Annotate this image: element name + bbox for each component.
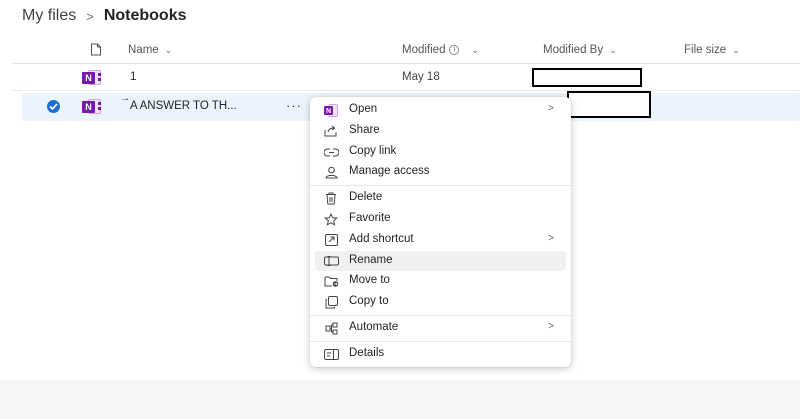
trash-icon [323, 191, 339, 205]
chevron-down-icon: ⌄ [471, 44, 480, 55]
context-menu: N Open > Share Copy link Manage access D… [310, 97, 571, 367]
menu-item-add-shortcut[interactable]: Add shortcut > [315, 230, 566, 250]
file-type-icon[interactable] [90, 43, 102, 61]
checkmark-icon[interactable] [47, 100, 60, 113]
breadcrumb-my-files[interactable]: My files [22, 7, 76, 25]
shortcut-icon [323, 233, 339, 247]
star-icon [323, 212, 339, 226]
redacted-modified-by [532, 68, 642, 87]
menu-item-open[interactable]: N Open > [315, 100, 566, 120]
breadcrumb: My files > Notebooks [22, 6, 187, 26]
share-icon [323, 124, 339, 138]
person-icon [323, 165, 339, 179]
info-icon: i [449, 45, 460, 55]
modified-date: May 18 [402, 71, 440, 83]
copy-icon [323, 295, 339, 309]
files-page: My files > Notebooks Name ⌄ Modified i ⌄ Mo… [0, 0, 800, 419]
shared-icon: ⇀ [122, 95, 129, 104]
menu-item-rename[interactable]: Rename [315, 251, 566, 271]
menu-item-move-to[interactable]: Move to [315, 271, 566, 291]
redacted-modified-by [567, 91, 651, 118]
menu-item-manage-access[interactable]: Manage access [315, 162, 566, 182]
onenote-icon: N [323, 103, 339, 117]
breadcrumb-separator: > [86, 8, 94, 24]
file-name[interactable]: 1 [130, 71, 136, 83]
bottom-strip [0, 380, 800, 419]
chevron-down-icon: ⌄ [164, 44, 173, 55]
chevron-right-icon: > [548, 103, 554, 114]
list-header: Name ⌄ Modified i ⌄ Modified By ⌄ File size ⌄ [12, 37, 800, 64]
column-header-modified[interactable]: Modified i ⌄ [402, 44, 479, 56]
onenote-icon: N [82, 98, 102, 115]
menu-item-details[interactable]: Details [315, 344, 566, 364]
rename-icon [323, 254, 339, 268]
menu-item-copy-link[interactable]: Copy link [315, 142, 566, 162]
menu-item-favorite[interactable]: Favorite [315, 209, 566, 229]
link-icon [323, 145, 339, 159]
automate-icon [323, 321, 339, 335]
menu-divider [310, 315, 571, 316]
chevron-down-icon: ⌄ [609, 44, 617, 55]
onenote-icon: N [82, 69, 102, 86]
file-name[interactable]: A ANSWER TO TH... [130, 100, 237, 112]
table-row[interactable]: N 1 May 18 [12, 64, 800, 91]
menu-divider [310, 341, 571, 342]
menu-item-copy-to[interactable]: Copy to [315, 292, 566, 312]
column-header-modified-by[interactable]: Modified By ⌄ [543, 44, 617, 56]
menu-item-share[interactable]: Share [315, 121, 566, 141]
svg-text:N: N [326, 108, 331, 115]
chevron-down-icon: ⌄ [732, 44, 740, 55]
move-icon [323, 274, 339, 288]
column-header-name[interactable]: Name ⌄ [128, 44, 172, 56]
menu-divider [310, 185, 571, 186]
column-header-file-size[interactable]: File size ⌄ [684, 44, 740, 56]
details-icon [323, 347, 339, 361]
chevron-right-icon: > [548, 321, 554, 332]
menu-item-automate[interactable]: Automate > [315, 318, 566, 338]
breadcrumb-notebooks: Notebooks [103, 7, 187, 24]
menu-item-delete[interactable]: Delete [315, 188, 566, 208]
more-options-icon[interactable]: ··· [286, 98, 302, 113]
chevron-right-icon: > [548, 233, 554, 244]
